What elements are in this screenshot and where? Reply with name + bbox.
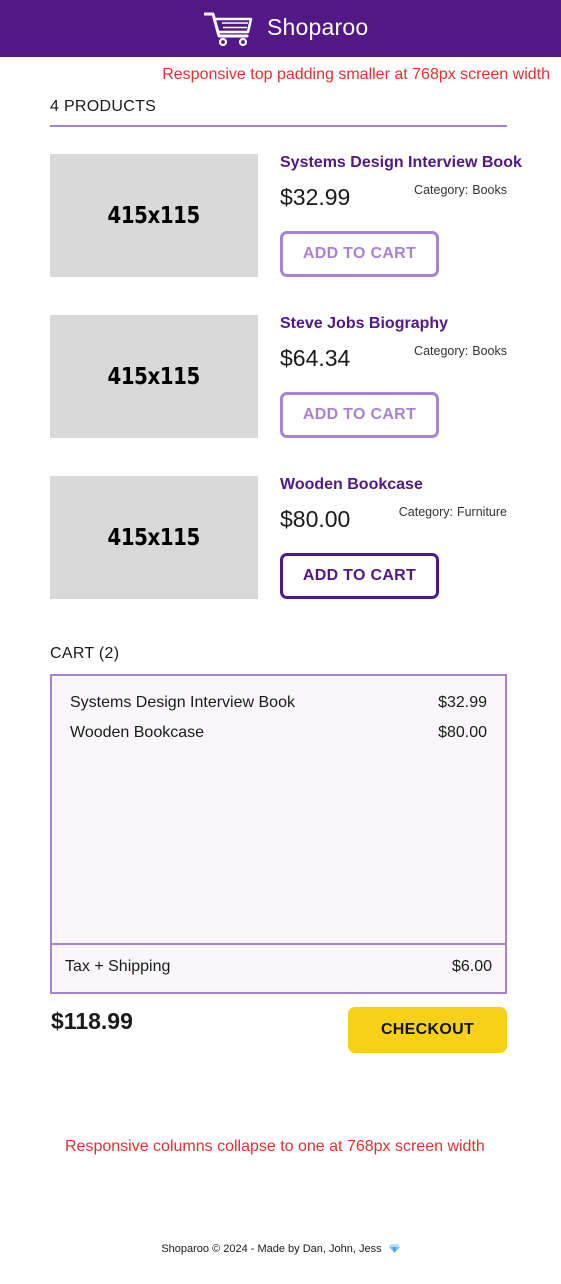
- category-value: Furniture: [456, 505, 507, 519]
- product-category: Category: Furniture: [399, 505, 507, 519]
- cart-item-price: $80.00: [438, 724, 487, 741]
- image-placeholder-label: 415x115: [107, 202, 201, 229]
- gem-icon: [388, 1244, 400, 1253]
- image-placeholder-label: 415x115: [107, 363, 201, 390]
- footer: Shoparoo © 2024 - Made by Dan, John, Jes…: [0, 1243, 561, 1255]
- shopping-cart-icon[interactable]: [204, 11, 254, 47]
- cart-item-price: $32.99: [438, 694, 487, 711]
- product-card: 415x115 Wooden Bookcase $80.00 Category:…: [50, 476, 507, 599]
- tax-label: Tax + Shipping: [65, 958, 171, 975]
- cart-total: $118.99: [51, 1008, 133, 1034]
- annotation-columns: Responsive columns collapse to one at 76…: [65, 1138, 485, 1155]
- checkout-button[interactable]: CHECKOUT: [348, 1007, 507, 1053]
- cart-heading: CART (2): [50, 645, 120, 662]
- annotation-top-padding: Responsive top padding smaller at 768px …: [162, 66, 550, 83]
- products-heading: 4 PRODUCTS: [50, 98, 157, 115]
- cart-item: Systems Design Interview Book $32.99: [70, 694, 487, 712]
- add-to-cart-button[interactable]: ADD TO CART: [280, 553, 439, 599]
- category-label: Category:: [398, 505, 453, 519]
- category-value: Books: [472, 183, 507, 197]
- image-placeholder-label: 415x115: [107, 524, 201, 551]
- product-price: $80.00: [280, 506, 351, 532]
- cart-item: Wooden Bookcase $80.00: [70, 724, 487, 742]
- product-image: 415x115: [50, 315, 258, 438]
- category-label: Category:: [414, 183, 469, 197]
- product-card: 415x115 Systems Design Interview Book $3…: [50, 154, 522, 277]
- cart-item-name: Wooden Bookcase: [70, 724, 205, 741]
- brand-name[interactable]: Shoparoo: [267, 14, 368, 41]
- product-price: $64.34: [280, 345, 351, 371]
- tax-divider: [52, 943, 505, 945]
- add-to-cart-button[interactable]: ADD TO CART: [280, 392, 439, 438]
- products-divider: [50, 125, 507, 127]
- product-image: 415x115: [50, 154, 258, 277]
- product-name: Wooden Bookcase: [280, 476, 423, 493]
- product-category: Category: Books: [414, 344, 507, 358]
- category-label: Category:: [414, 344, 469, 358]
- product-category: Category: Books: [414, 183, 507, 197]
- category-value: Books: [472, 344, 507, 358]
- cart-item-name: Systems Design Interview Book: [70, 694, 295, 711]
- product-name: Steve Jobs Biography: [280, 315, 449, 332]
- cart-panel: Systems Design Interview Book $32.99 Woo…: [50, 674, 507, 994]
- product-price: $32.99: [280, 184, 351, 210]
- product-card: 415x115 Steve Jobs Biography $64.34 Cate…: [50, 315, 507, 438]
- add-to-cart-button[interactable]: ADD TO CART: [280, 231, 439, 277]
- product-image: 415x115: [50, 476, 258, 599]
- tax-value: $6.00: [451, 958, 492, 975]
- footer-text: Shoparoo © 2024 - Made by Dan, John, Jes…: [161, 1243, 382, 1255]
- product-name: Systems Design Interview Book: [280, 154, 522, 171]
- top-bar: Shoparoo: [0, 0, 561, 57]
- tax-shipping-row: Tax + Shipping $6.00: [65, 958, 492, 976]
